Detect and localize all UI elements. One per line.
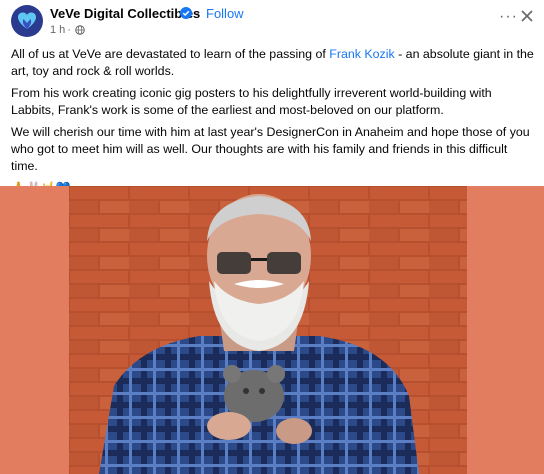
post-meta: 1 h · bbox=[50, 24, 85, 36]
post-paragraph-2: From his work creating iconic gig poster… bbox=[11, 86, 492, 117]
post-header: VeVe Digital Collectibles · Follow 1 h ·… bbox=[0, 0, 544, 44]
frank-kozik-link[interactable]: Frank Kozik bbox=[329, 47, 394, 61]
verified-badge-icon bbox=[180, 7, 192, 19]
post-body: All of us at VeVe are devastated to lear… bbox=[11, 46, 536, 197]
post-timestamp[interactable]: 1 h bbox=[50, 24, 65, 36]
post-photo[interactable] bbox=[69, 186, 467, 474]
portrait-illustration bbox=[69, 186, 467, 474]
post-paragraph-3: We will cherish our time with him at las… bbox=[11, 125, 530, 173]
post-paragraph-1: All of us at VeVe are devastated to lear… bbox=[11, 46, 536, 80]
meta-separator: · bbox=[67, 24, 71, 36]
post-photo-container[interactable] bbox=[0, 186, 544, 474]
page-name-link[interactable]: VeVe Digital Collectibles bbox=[50, 6, 200, 21]
page-avatar[interactable] bbox=[11, 5, 43, 37]
close-icon[interactable] bbox=[520, 9, 534, 23]
follow-button[interactable]: Follow bbox=[206, 6, 244, 21]
veve-heart-logo-icon bbox=[18, 12, 36, 29]
globe-icon bbox=[75, 25, 85, 35]
paragraph-text: All of us at VeVe are devastated to lear… bbox=[11, 47, 330, 61]
separator-dot: · bbox=[196, 5, 201, 20]
more-options-button[interactable]: ··· bbox=[499, 8, 518, 26]
